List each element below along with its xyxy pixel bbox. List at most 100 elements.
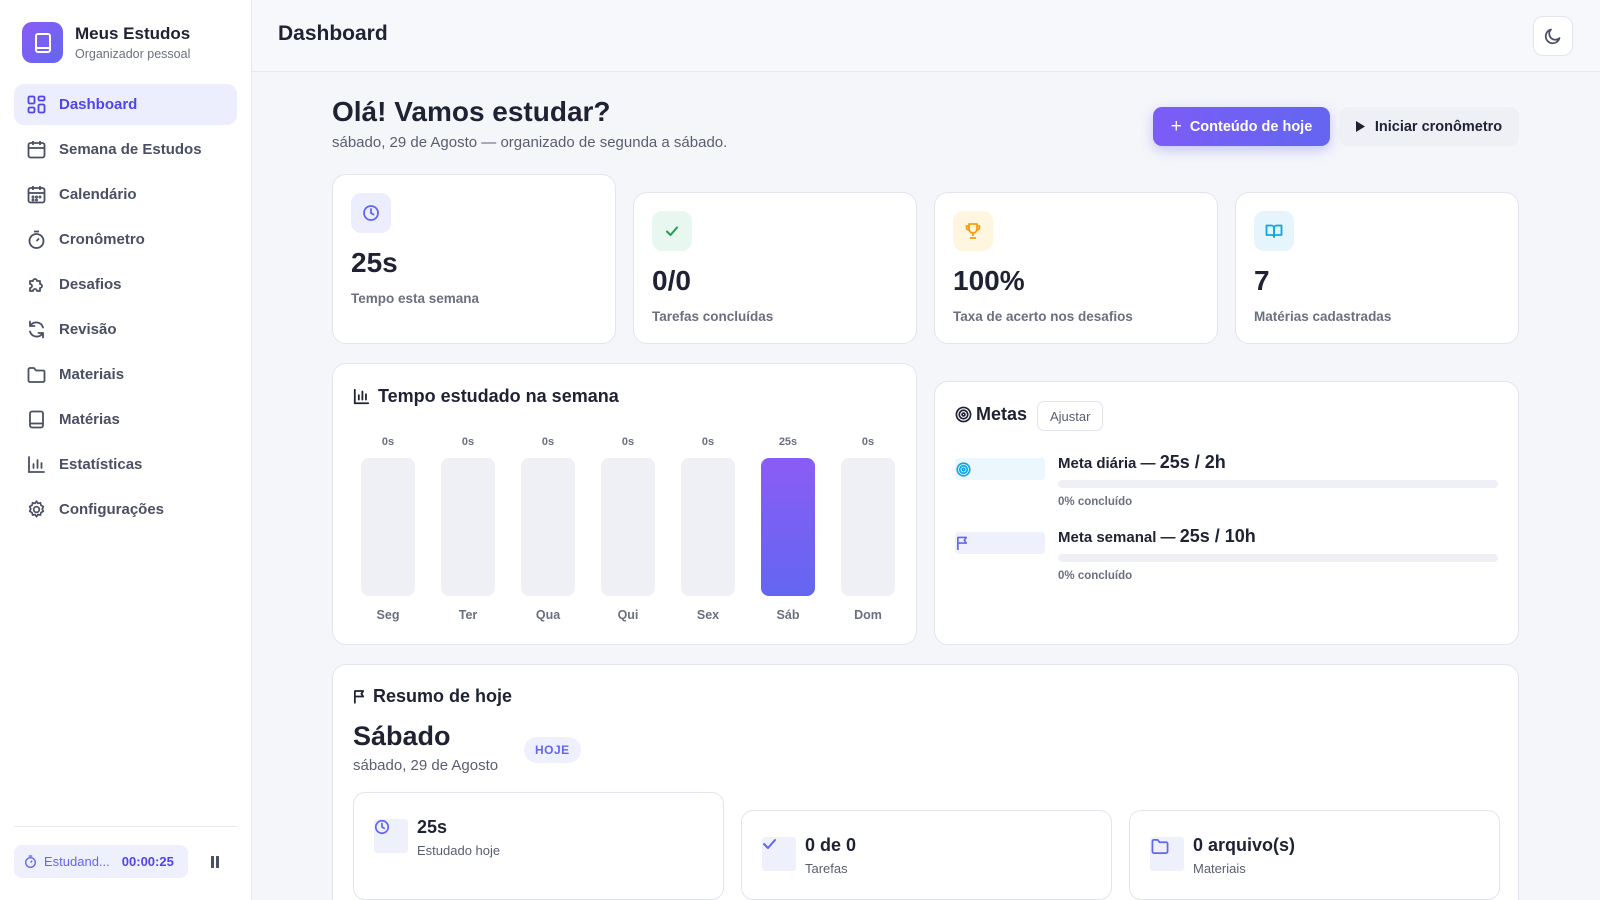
goals-title: Metas [955, 404, 1027, 425]
target-icon [955, 406, 972, 423]
sidebar-item-semana[interactable]: Semana de Estudos [14, 129, 237, 170]
goals-card: Metas Ajustar Meta diária — 25s / 2h 0% … [934, 381, 1519, 645]
section-title-text: Metas [976, 404, 1028, 424]
bar-track [761, 458, 815, 596]
sidebar-item-label: Semana de Estudos [59, 141, 202, 158]
stat-value: 25s [351, 247, 398, 278]
sidebar-item-revisao[interactable]: Revisão [14, 309, 237, 350]
stat-value: 0/0 [652, 265, 691, 296]
bar-value-label: 25s [778, 436, 798, 448]
today-card-value: 25s [417, 817, 448, 837]
bar-day-label: Dom [854, 608, 882, 622]
timer-icon [26, 230, 46, 250]
bar-track [441, 458, 495, 596]
check-icon [652, 211, 692, 251]
sidebar-nav: Dashboard Semana de Estudos Calendário C… [14, 84, 237, 534]
bar-day-label: Sex [696, 608, 720, 622]
stat-label: Tempo esta semana [351, 291, 480, 306]
goal-percent: 0% concluído [1058, 496, 1133, 508]
sidebar-item-estatisticas[interactable]: Estatísticas [14, 444, 237, 485]
bar-day-label: Ter [458, 608, 478, 622]
today-badge: HOJE [524, 737, 581, 763]
stat-value: 100% [953, 265, 1025, 296]
today-card-studied: 25s Estudado hoje [353, 792, 724, 900]
theme-toggle-button[interactable] [1533, 16, 1573, 56]
sidebar-item-configuracoes[interactable]: Configurações [14, 489, 237, 530]
today-card-materials: 0 arquivo(s) Materiais [1129, 810, 1500, 900]
sidebar-item-desafios[interactable]: Desafios [14, 264, 237, 305]
bar-track [601, 458, 655, 596]
sidebar-item-label: Matérias [59, 411, 120, 428]
stat-label: Matérias cadastradas [1254, 309, 1392, 324]
day-name: Sábado [353, 721, 451, 751]
today-card-value: 0 de 0 [805, 835, 857, 855]
bar-value-label: 0s [541, 436, 555, 448]
sidebar-item-label: Dashboard [59, 96, 138, 113]
gear-icon [26, 500, 46, 520]
stat-card-tasks: 0/0 Tarefas concluídas [633, 192, 917, 344]
bar-day-label: Sáb [776, 608, 800, 622]
bar-value-label: 0s [701, 436, 715, 448]
target-icon [955, 458, 1045, 480]
button-label: Iniciar cronômetro [1374, 118, 1503, 135]
todays-content-button[interactable]: + Conteúdo de hoje [1153, 107, 1330, 146]
start-timer-button[interactable]: Iniciar cronômetro [1339, 107, 1519, 146]
goal-text: Meta diária — 25s / 2h [1058, 452, 1226, 473]
sidebar-item-label: Revisão [59, 321, 117, 338]
sidebar-item-materiais[interactable]: Materiais [14, 354, 237, 395]
book-icon [22, 22, 63, 63]
sidebar-item-materias[interactable]: Matérias [14, 399, 237, 440]
goal-percent: 0% concluído [1058, 570, 1133, 582]
bar-day-label: Seg [376, 608, 400, 622]
stat-card-week-time: 25s Tempo esta semana [332, 174, 616, 344]
sidebar-item-label: Calendário [59, 186, 137, 203]
pause-icon [210, 856, 220, 868]
check-icon [762, 837, 796, 871]
app-subtitle: Organizador pessoal [75, 47, 191, 61]
sidebar-item-label: Estatísticas [59, 456, 143, 473]
pause-button[interactable] [205, 852, 225, 872]
section-title-text: Resumo de hoje [373, 686, 513, 706]
today-card-label: Estudado hoje [417, 843, 501, 858]
goal-value: 25s / 10h [1179, 526, 1256, 546]
adjust-goals-button[interactable]: Ajustar [1037, 401, 1104, 431]
top-header: Dashboard [252, 0, 1600, 72]
refresh-icon [26, 320, 46, 340]
bar-track [521, 458, 575, 596]
flag-icon [353, 689, 366, 705]
goal-text: Meta semanal — 25s / 10h [1058, 526, 1256, 547]
goal-label: Meta semanal — [1058, 529, 1180, 546]
puzzle-icon [26, 275, 46, 295]
stat-card-accuracy: 100% Taxa de acerto nos desafios [934, 192, 1218, 344]
sidebar-item-cronometro[interactable]: Cronômetro [14, 219, 237, 260]
goal-label: Meta diária — [1058, 455, 1160, 472]
sidebar-item-label: Cronômetro [59, 231, 145, 248]
sidebar: Meus Estudos Organizador pessoal Dashboa… [0, 0, 252, 900]
calendar-icon [26, 140, 46, 160]
bar-day-label: Qua [535, 608, 561, 622]
button-label: Conteúdo de hoje [1189, 118, 1313, 135]
bar-chart-icon [353, 388, 370, 405]
bar-value-label: 0s [621, 436, 635, 448]
clock-icon [351, 193, 391, 233]
today-summary-card: Resumo de hoje Sábado sábado, 29 de Agos… [332, 664, 1519, 900]
week-chart-title: Tempo estudado na semana [353, 386, 619, 407]
bar-day-label: Qui [617, 608, 639, 622]
stat-label: Taxa de acerto nos desafios [953, 309, 1133, 324]
bar [761, 458, 815, 596]
brand: Meus Estudos Organizador pessoal [22, 22, 190, 63]
sidebar-item-label: Desafios [59, 276, 122, 293]
play-icon [1355, 121, 1365, 132]
stat-label: Tarefas concluídas [652, 309, 774, 324]
sidebar-item-label: Configurações [59, 501, 165, 518]
sidebar-item-dashboard[interactable]: Dashboard [14, 84, 237, 125]
active-timer-status[interactable]: Estudand... 00:00:25 [14, 845, 188, 878]
day-date: sábado, 29 de Agosto [353, 757, 499, 774]
sidebar-item-calendario[interactable]: Calendário [14, 174, 237, 215]
greeting-heading: Olá! Vamos estudar? [332, 96, 611, 127]
today-card-label: Materiais [1193, 861, 1246, 876]
plus-icon: + [1170, 116, 1182, 137]
goal-progress-track [1058, 554, 1498, 562]
bar-track [841, 458, 895, 596]
app-title: Meus Estudos [75, 24, 191, 43]
